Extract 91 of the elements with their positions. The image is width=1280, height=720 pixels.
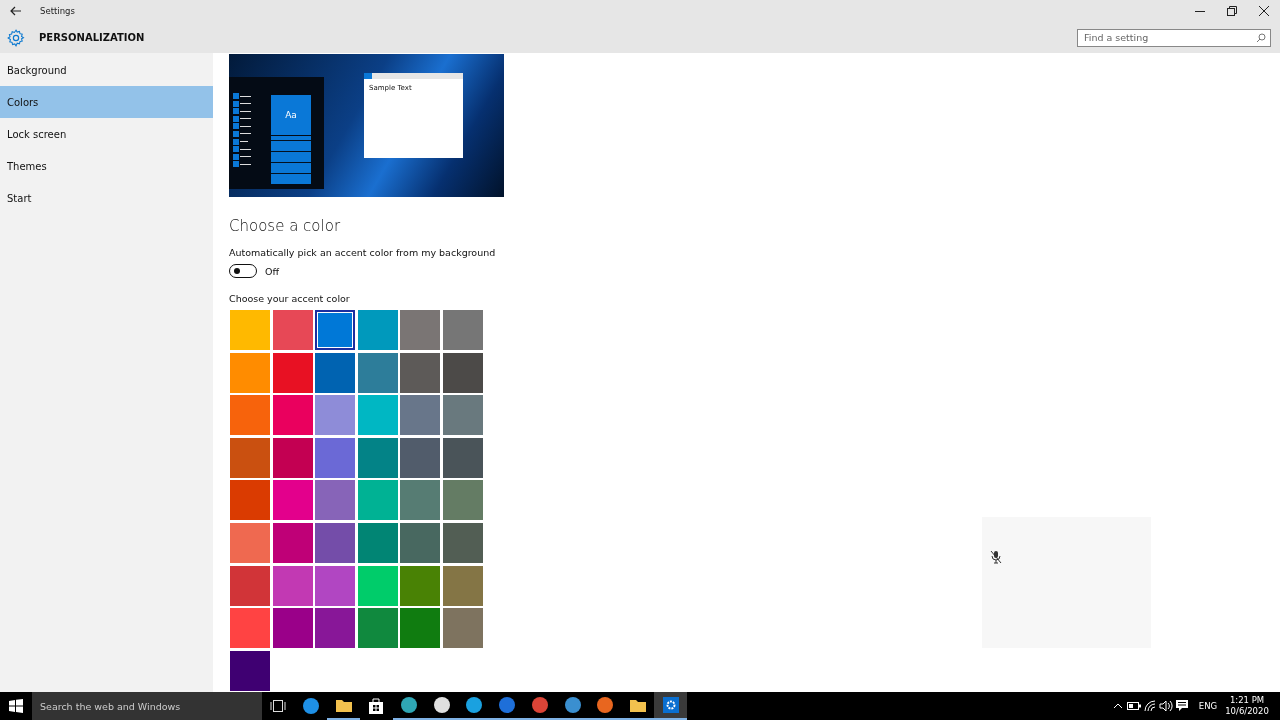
color-swatch[interactable] [400, 608, 441, 649]
app-icon [433, 697, 450, 713]
color-swatch[interactable] [357, 480, 398, 521]
clock[interactable]: 1:21 PM 10/6/2020 [1220, 695, 1274, 717]
color-swatch[interactable] [230, 395, 270, 436]
color-swatch[interactable] [315, 608, 356, 649]
search-field[interactable]: Find a setting [1077, 28, 1271, 47]
color-swatch[interactable] [230, 522, 270, 563]
windows-logo-icon [9, 699, 23, 713]
color-swatch[interactable] [400, 480, 441, 521]
color-swatch[interactable] [272, 608, 313, 649]
color-swatch[interactable] [357, 565, 398, 606]
sidebar-item[interactable]: Background [0, 54, 213, 86]
gear-icon [662, 697, 679, 713]
app-icon [499, 697, 516, 713]
tile-text: Aa [285, 110, 297, 120]
color-swatch[interactable] [230, 480, 270, 521]
color-swatch[interactable] [400, 437, 441, 478]
wifi-icon[interactable] [1142, 700, 1158, 712]
color-swatch[interactable] [400, 565, 441, 606]
color-swatch[interactable] [400, 395, 441, 436]
color-swatch[interactable] [442, 565, 483, 606]
color-swatch[interactable] [442, 395, 483, 436]
sidebar-item[interactable]: Themes [0, 150, 213, 182]
color-swatch[interactable] [272, 310, 313, 350]
muted-microphone-icon [990, 550, 1002, 564]
color-swatch[interactable] [442, 352, 483, 393]
battery-icon[interactable] [1126, 702, 1142, 710]
settings-icon [7, 28, 25, 47]
color-swatch[interactable] [400, 310, 441, 350]
color-swatch[interactable] [357, 395, 398, 436]
app-icon [466, 697, 483, 713]
toggle-state: Off [265, 265, 280, 277]
color-swatch[interactable] [272, 395, 313, 436]
taskbar-search-field[interactable]: Search the web and Windows [32, 692, 262, 720]
accent-label: Choose your accent color [229, 293, 351, 304]
task-view-icon [270, 700, 287, 712]
taskbar-app-button[interactable] [654, 692, 687, 720]
color-swatch[interactable] [400, 352, 441, 393]
color-swatch[interactable] [315, 352, 356, 393]
color-swatch[interactable] [272, 437, 313, 478]
clock-time: 1:21 PM [1229, 695, 1265, 706]
color-swatch[interactable] [230, 437, 270, 478]
color-swatch[interactable] [442, 310, 483, 350]
color-swatch[interactable] [357, 522, 398, 563]
back-arrow-icon[interactable] [10, 6, 22, 16]
app-icon [401, 697, 418, 713]
folder-icon [629, 698, 646, 712]
sidebar-item[interactable]: Colors [0, 86, 213, 118]
color-swatch[interactable] [442, 608, 483, 649]
color-swatch[interactable] [357, 352, 398, 393]
color-swatch[interactable] [230, 565, 270, 606]
color-swatch[interactable] [272, 522, 313, 563]
color-swatch[interactable] [442, 437, 483, 478]
app-icon [597, 697, 614, 713]
language-indicator[interactable]: ENG [1196, 701, 1220, 711]
tiles-drawing [271, 136, 311, 184]
color-swatch[interactable] [315, 310, 356, 350]
shopping-bag-icon [369, 698, 384, 714]
clock-date: 10/6/2020 [1225, 706, 1269, 717]
sidebar-item[interactable]: Start [0, 182, 213, 214]
app-icon [564, 697, 581, 713]
color-swatch[interactable] [230, 310, 270, 350]
color-swatch[interactable] [442, 480, 483, 521]
color-swatch[interactable] [315, 395, 356, 436]
sidebar-item[interactable]: Lock screen [0, 118, 213, 150]
color-swatch[interactable] [272, 352, 313, 393]
section-title: Choose a color [229, 217, 342, 235]
volume-icon[interactable] [1158, 700, 1174, 712]
color-swatch[interactable] [315, 437, 356, 478]
color-swatch[interactable] [357, 608, 398, 649]
color-swatch[interactable] [315, 565, 356, 606]
toggle-label: Automatically pick an accent color from my background [229, 247, 497, 258]
color-swatch[interactable] [315, 522, 356, 563]
color-swatch[interactable] [357, 310, 398, 350]
color-swatch[interactable] [400, 522, 441, 563]
color-swatch[interactable] [230, 608, 270, 649]
color-swatch[interactable] [230, 352, 270, 393]
color-swatch[interactable] [272, 565, 313, 606]
window-title: Settings [40, 6, 75, 16]
color-swatch[interactable] [442, 522, 483, 563]
folder-icon [335, 698, 352, 712]
color-swatch[interactable] [315, 480, 356, 521]
page-title: PERSONALIZATION [39, 32, 145, 43]
color-swatch[interactable] [230, 650, 270, 691]
notification-icon[interactable] [1174, 700, 1190, 712]
color-swatch[interactable] [357, 437, 398, 478]
app-icon [531, 697, 548, 713]
search-icon [1256, 32, 1266, 43]
app-icon [303, 698, 320, 714]
color-swatch[interactable] [272, 480, 313, 521]
